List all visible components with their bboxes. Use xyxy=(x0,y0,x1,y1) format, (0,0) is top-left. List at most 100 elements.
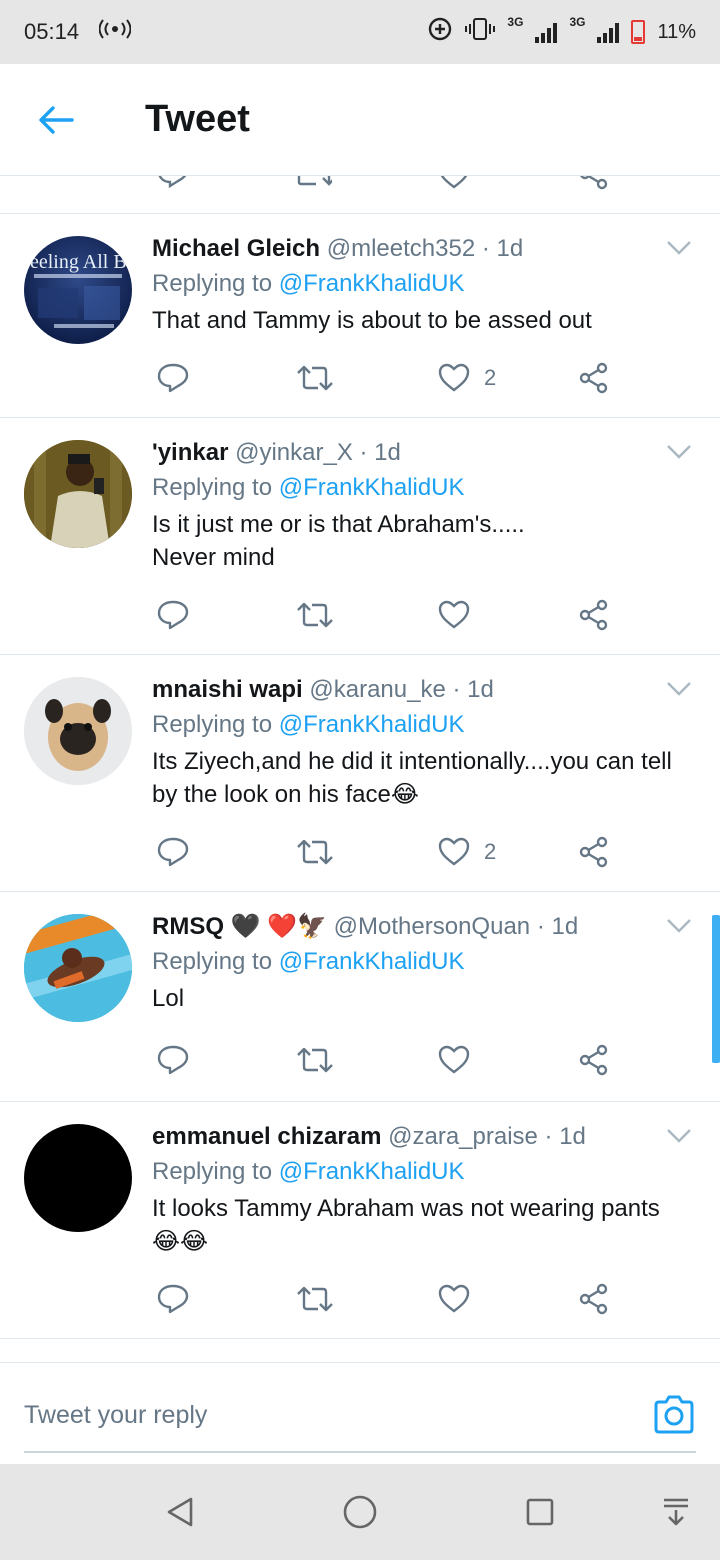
like-icon xyxy=(438,1045,470,1074)
tweet-time: · 1d xyxy=(359,439,401,466)
like-button[interactable] xyxy=(438,593,484,637)
tweet-text: Its Ziyech,and he did it intentionally..… xyxy=(152,745,700,811)
replying-to: Replying to @FrankKhalidUK xyxy=(152,707,700,743)
reply-button[interactable] xyxy=(156,830,190,874)
tweet-content: Michael Gleich @mleetch352 · 1d Replying… xyxy=(152,232,700,337)
like-button[interactable] xyxy=(438,1277,484,1321)
chevron-down-icon[interactable] xyxy=(666,444,692,460)
share-button[interactable] xyxy=(578,356,610,400)
back-button[interactable] xyxy=(0,64,112,176)
mention-link[interactable]: @FrankKhalidUK xyxy=(279,474,465,501)
like-icon xyxy=(438,1284,470,1313)
retweet-icon xyxy=(297,1047,333,1073)
nav-home-button[interactable] xyxy=(336,1488,384,1536)
nav-home-icon xyxy=(343,1495,377,1529)
retweet-button[interactable] xyxy=(296,830,334,874)
reply-input-underline xyxy=(24,1451,696,1453)
tweet-actions: 2 xyxy=(152,356,622,400)
share-icon xyxy=(579,1283,608,1315)
retweet-icon xyxy=(297,839,333,865)
tweet-content: mnaishi wapi @karanu_ke · 1d Replying to… xyxy=(152,673,700,811)
share-button[interactable] xyxy=(578,1277,610,1321)
reply-button[interactable] xyxy=(156,1038,190,1082)
replying-to: Replying to @FrankKhalidUK xyxy=(152,944,700,980)
avatar[interactable]: eeling All Blue xyxy=(24,236,132,344)
author-handle[interactable]: @MothersonQuan xyxy=(334,913,530,940)
tweet-actions xyxy=(152,593,622,637)
like-icon xyxy=(438,363,470,392)
author-name[interactable]: RMSQ xyxy=(152,913,224,940)
reply-icon xyxy=(157,1284,189,1314)
battery-percent: 11% xyxy=(657,20,696,43)
mention-link[interactable]: @FrankKhalidUK xyxy=(279,711,465,738)
author-name[interactable]: mnaishi wapi xyxy=(152,676,303,703)
mention-link[interactable]: @FrankKhalidUK xyxy=(279,1158,465,1185)
tweet-actions xyxy=(152,1277,622,1321)
share-button[interactable] xyxy=(578,1038,610,1082)
nav-notifications-button[interactable] xyxy=(652,1488,700,1536)
author-name[interactable]: 'yinkar xyxy=(152,439,228,466)
tweet-text-line: 😂😂 xyxy=(152,1228,209,1255)
tweet-item[interactable]: eeling All Blue Michael Gleich @mleetch3… xyxy=(0,214,720,418)
scrollbar[interactable] xyxy=(712,915,720,1063)
reply-prefix: Replying to xyxy=(152,711,279,738)
avatar[interactable] xyxy=(24,440,132,548)
tweet-item[interactable]: mnaishi wapi @karanu_ke · 1d Replying to… xyxy=(0,655,720,892)
reply-input[interactable]: Tweet your reply xyxy=(24,1401,207,1430)
avatar[interactable] xyxy=(24,1124,132,1232)
tweet-content: 'yinkar @yinkar_X · 1d Replying to @Fran… xyxy=(152,436,700,574)
mention-link[interactable]: @FrankKhalidUK xyxy=(279,948,465,975)
avatar[interactable] xyxy=(24,914,132,1022)
camera-icon[interactable] xyxy=(652,1393,696,1437)
mention-link[interactable]: @FrankKhalidUK xyxy=(279,270,465,297)
like-icon xyxy=(438,837,470,866)
share-icon xyxy=(579,836,608,868)
nav-back-button[interactable] xyxy=(156,1488,204,1536)
chevron-down-icon[interactable] xyxy=(666,681,692,697)
tweet-item[interactable]: emmanuel chizaram @zara_praise · 1d Repl… xyxy=(0,1102,720,1339)
share-button[interactable] xyxy=(578,593,610,637)
reply-button[interactable] xyxy=(156,1277,190,1321)
data-saver-icon xyxy=(427,16,453,48)
retweet-button[interactable] xyxy=(296,593,334,637)
like-icon[interactable] xyxy=(438,176,470,190)
retweet-button[interactable] xyxy=(296,356,334,400)
nav-recents-button[interactable] xyxy=(516,1488,564,1536)
tweet-actions xyxy=(152,1038,622,1082)
author-name[interactable]: emmanuel chizaram xyxy=(152,1123,381,1150)
tweet-time: · 1d xyxy=(544,1123,586,1150)
reply-button[interactable] xyxy=(156,593,190,637)
like-button[interactable] xyxy=(438,1038,484,1082)
avatar-image: eeling All Blue xyxy=(30,251,132,328)
signal-icon xyxy=(597,21,620,43)
author-handle[interactable]: @mleetch352 xyxy=(327,235,475,262)
tweet-item[interactable]: 'yinkar @yinkar_X · 1d Replying to @Fran… xyxy=(0,418,720,655)
share-button[interactable] xyxy=(578,830,610,874)
svg-text:eeling All Blue: eeling All Blue xyxy=(30,251,132,273)
reply-icon[interactable] xyxy=(156,176,190,188)
retweet-button[interactable] xyxy=(296,1277,334,1321)
retweet-button[interactable] xyxy=(296,1038,334,1082)
network-type-1: 3G xyxy=(507,15,524,29)
author-handle[interactable]: @karanu_ke xyxy=(309,676,445,703)
share-icon[interactable] xyxy=(578,176,610,190)
share-icon xyxy=(579,1044,608,1076)
like-button[interactable]: 2 xyxy=(438,356,496,400)
reply-button[interactable] xyxy=(156,356,190,400)
avatar-image xyxy=(24,440,132,548)
author-handle[interactable]: @zara_praise xyxy=(388,1123,538,1150)
chevron-down-icon[interactable] xyxy=(666,240,692,256)
chevron-down-icon[interactable] xyxy=(666,1128,692,1144)
tweet-time: · 1d xyxy=(481,235,524,262)
like-button[interactable]: 2 xyxy=(438,830,496,874)
retweet-icon[interactable] xyxy=(296,176,332,188)
battery-icon xyxy=(631,20,646,44)
retweet-icon xyxy=(297,365,333,391)
author-name[interactable]: Michael Gleich xyxy=(152,235,320,262)
chevron-down-icon[interactable] xyxy=(666,918,692,934)
tweet-item[interactable]: RMSQ 🖤 ❤️🦅 @MothersonQuan · 1d Replying … xyxy=(0,892,720,1102)
author-handle[interactable]: @yinkar_X xyxy=(235,439,353,466)
avatar[interactable] xyxy=(24,677,132,785)
nav-recents-icon xyxy=(526,1498,554,1526)
reply-icon xyxy=(157,363,189,393)
